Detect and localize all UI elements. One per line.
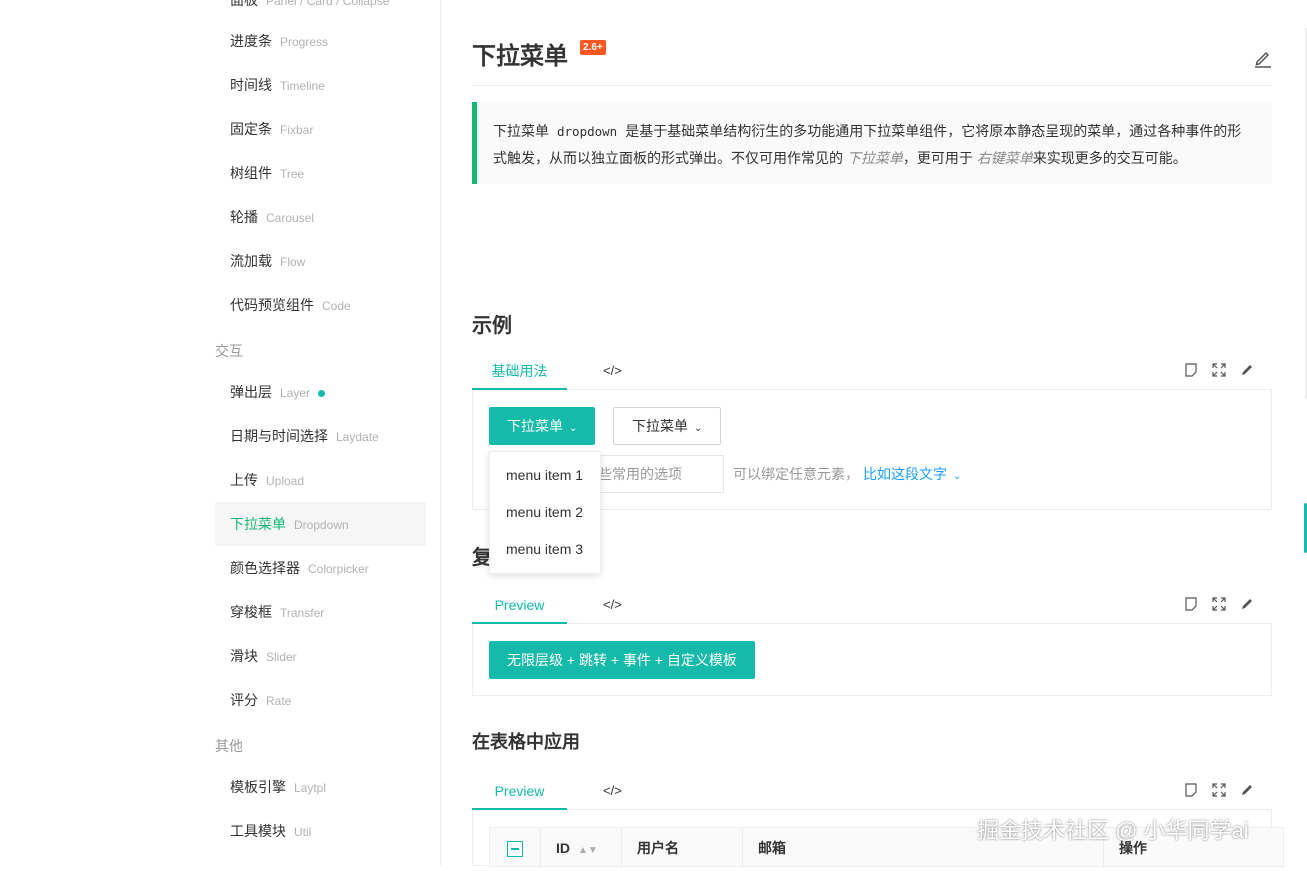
complex-dropdown-button[interactable]: 无限层级 + 跳转 + 事件 + 自定义模板 (489, 641, 755, 679)
sidebar-item-fixbar[interactable]: 固定条 Fixbar (215, 107, 426, 151)
version-badge: 2.6+ (580, 40, 606, 55)
sidebar-item-carousel[interactable]: 轮播 Carousel (215, 195, 426, 239)
example3-tabbar: Preview </> (472, 773, 1272, 810)
sidebar-item-rate[interactable]: 评分 Rate (215, 678, 426, 722)
th-username: 用户名 (622, 828, 743, 868)
sidebar-item-laytpl[interactable]: 模板引擎 Laytpl (215, 765, 426, 809)
chevron-down-icon: ⌄ (953, 471, 962, 482)
page-title: 下拉菜单 (472, 43, 568, 70)
watermark: 掘金技术社区 @ 小华同学ai (977, 818, 1249, 843)
sidebar-item-flow[interactable]: 流加载 Flow (215, 239, 426, 283)
new-dot-icon (318, 389, 326, 397)
fullscreen-icon[interactable] (1212, 597, 1226, 611)
example2-tabbar: Preview </> (472, 587, 1272, 624)
sidebar-item-layer[interactable]: 弹出层 Layer (215, 370, 426, 414)
menu-item[interactable]: menu item 1 (506, 467, 583, 483)
chevron-down-icon: ⌄ (694, 423, 703, 434)
hint-text: 可以绑定任意元素， (733, 466, 859, 482)
dropdown-default-button[interactable]: 下拉菜单 ⌄ (613, 407, 722, 445)
dropdown-menu: menu item 1 menu item 2 menu item 3 (489, 451, 601, 574)
chevron-down-icon: ⌄ (569, 423, 578, 434)
edit-icon[interactable] (1240, 783, 1254, 797)
sidebar: 面板 Panel / Card / Collapse 进度条 Progress 时间… (0, 0, 441, 866)
sidebar-item-util[interactable]: 工具模块 Util (215, 809, 426, 853)
menu-item[interactable]: menu item 2 (506, 504, 583, 520)
tab-basic-usage[interactable]: 基础用法 (472, 353, 567, 390)
tab-preview[interactable]: Preview (472, 773, 567, 810)
sidebar-item-slider[interactable]: 滑块 Slider (215, 634, 426, 678)
sort-icon[interactable]: ▲▼ (578, 845, 598, 856)
section-heading-examples: 示例 (472, 315, 512, 337)
sidebar-item-dropdown[interactable]: 下拉菜单 Dropdown (215, 502, 426, 546)
sidebar-item-code[interactable]: 代码预览组件 Code (215, 283, 426, 327)
sidebar-item-upload[interactable]: 上传 Upload (215, 458, 426, 502)
inline-code: dropdown (557, 124, 618, 139)
select-all-checkbox[interactable] (507, 841, 523, 857)
section-heading-table: 在表格中应用 (472, 732, 580, 752)
sidebar-group-interaction: 交互 (215, 343, 243, 359)
sidebar-item-laydate[interactable]: 日期与时间选择 Laydate (215, 414, 426, 458)
intro-blockquote: 下拉菜单 dropdown 是基于基础菜单结构衍生的多功能通用下拉菜单组件，它将原本… (472, 102, 1272, 184)
fullscreen-icon[interactable] (1212, 363, 1226, 377)
edit-icon[interactable] (1254, 48, 1272, 68)
tab-code[interactable]: </> (603, 773, 622, 809)
sidebar-item-timeline[interactable]: 时间线 Timeline (215, 63, 426, 107)
fullscreen-icon[interactable] (1212, 783, 1226, 797)
dropdown-primary-button[interactable]: 下拉菜单 ⌄ (489, 407, 596, 445)
emphasis-dropdown: 下拉菜单 (846, 150, 903, 166)
copy-icon[interactable] (1184, 783, 1198, 797)
th-checkbox (490, 828, 541, 868)
copy-icon[interactable] (1184, 363, 1198, 377)
th-id[interactable]: ID ▲▼ (541, 828, 622, 868)
sidebar-item-transfer[interactable]: 穿梭框 Transfer (215, 590, 426, 634)
tab-code[interactable]: </> (603, 353, 622, 389)
copy-icon[interactable] (1184, 597, 1198, 611)
sidebar-item-progress[interactable]: 进度条 Progress (215, 19, 426, 63)
sidebar-group-other: 其他 (215, 738, 243, 754)
tab-code[interactable]: </> (603, 587, 622, 623)
tab-preview[interactable]: Preview (472, 587, 567, 624)
example1-tabbar: 基础用法 </> (472, 353, 1272, 390)
dropdown-text-link[interactable]: 比如这段文字 ⌄ (863, 464, 961, 484)
dropdown-input[interactable]: 些常用的选项 (589, 455, 724, 493)
sidebar-item-colorpicker[interactable]: 颜色选择器 Colorpicker (215, 546, 426, 590)
edit-icon[interactable] (1240, 363, 1254, 377)
edit-icon[interactable] (1240, 597, 1254, 611)
menu-item[interactable]: menu item 3 (506, 541, 583, 557)
sidebar-item-tree[interactable]: 树组件 Tree (215, 151, 426, 195)
title-divider (472, 85, 1272, 86)
emphasis-context-menu: 右键菜单 (976, 150, 1033, 166)
